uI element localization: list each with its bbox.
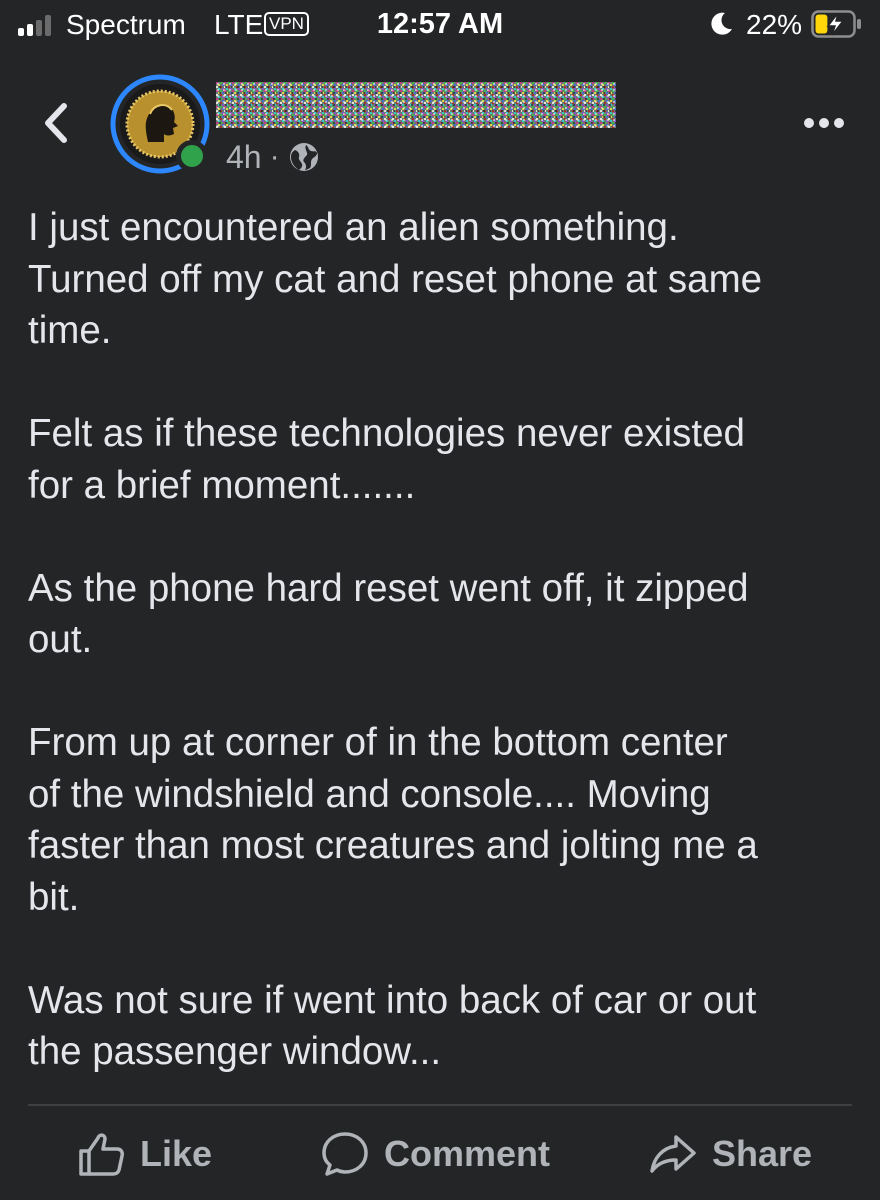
comment-button[interactable]: Comment xyxy=(320,1126,550,1182)
action-bar-divider xyxy=(28,1104,852,1106)
battery-percentage: 22% xyxy=(746,9,803,40)
post-paragraph: From up at corner of in the bottom cente… xyxy=(28,721,758,919)
thumbs-up-icon xyxy=(79,1133,124,1176)
online-status-dot xyxy=(176,140,208,172)
more-options-icon[interactable] xyxy=(800,108,848,138)
post-paragraph: Felt as if these technologies never exis… xyxy=(28,412,745,507)
post-body: I just encountered an alien something. T… xyxy=(28,202,858,1129)
status-bar: Spectrum LTE VPN 12:57 AM 22% xyxy=(0,0,880,50)
share-button[interactable]: Share xyxy=(648,1126,812,1182)
battery-charging-icon xyxy=(811,10,861,38)
post-paragraph: As the phone hard reset went off, it zip… xyxy=(28,566,749,662)
share-label: Share xyxy=(712,1133,813,1174)
post-paragraph: Was not sure if went into back of car or… xyxy=(28,978,757,1074)
redacted-author-name xyxy=(216,82,616,128)
clock-text: 12:57 AM xyxy=(376,8,504,40)
comment-label: Comment xyxy=(384,1133,551,1174)
comment-bubble-icon xyxy=(322,1132,368,1176)
share-arrow-icon xyxy=(650,1135,696,1173)
post-paragraph: I just encountered an alien something. T… xyxy=(28,206,763,352)
meta-separator: · xyxy=(269,140,280,173)
like-label: Like xyxy=(140,1133,213,1174)
like-button[interactable]: Like xyxy=(76,1126,212,1182)
moon-icon xyxy=(711,12,732,35)
post-meta: 4h · xyxy=(226,137,320,177)
back-button[interactable] xyxy=(34,98,78,148)
globe-icon xyxy=(289,143,318,171)
post-time[interactable]: 4h xyxy=(226,139,262,176)
